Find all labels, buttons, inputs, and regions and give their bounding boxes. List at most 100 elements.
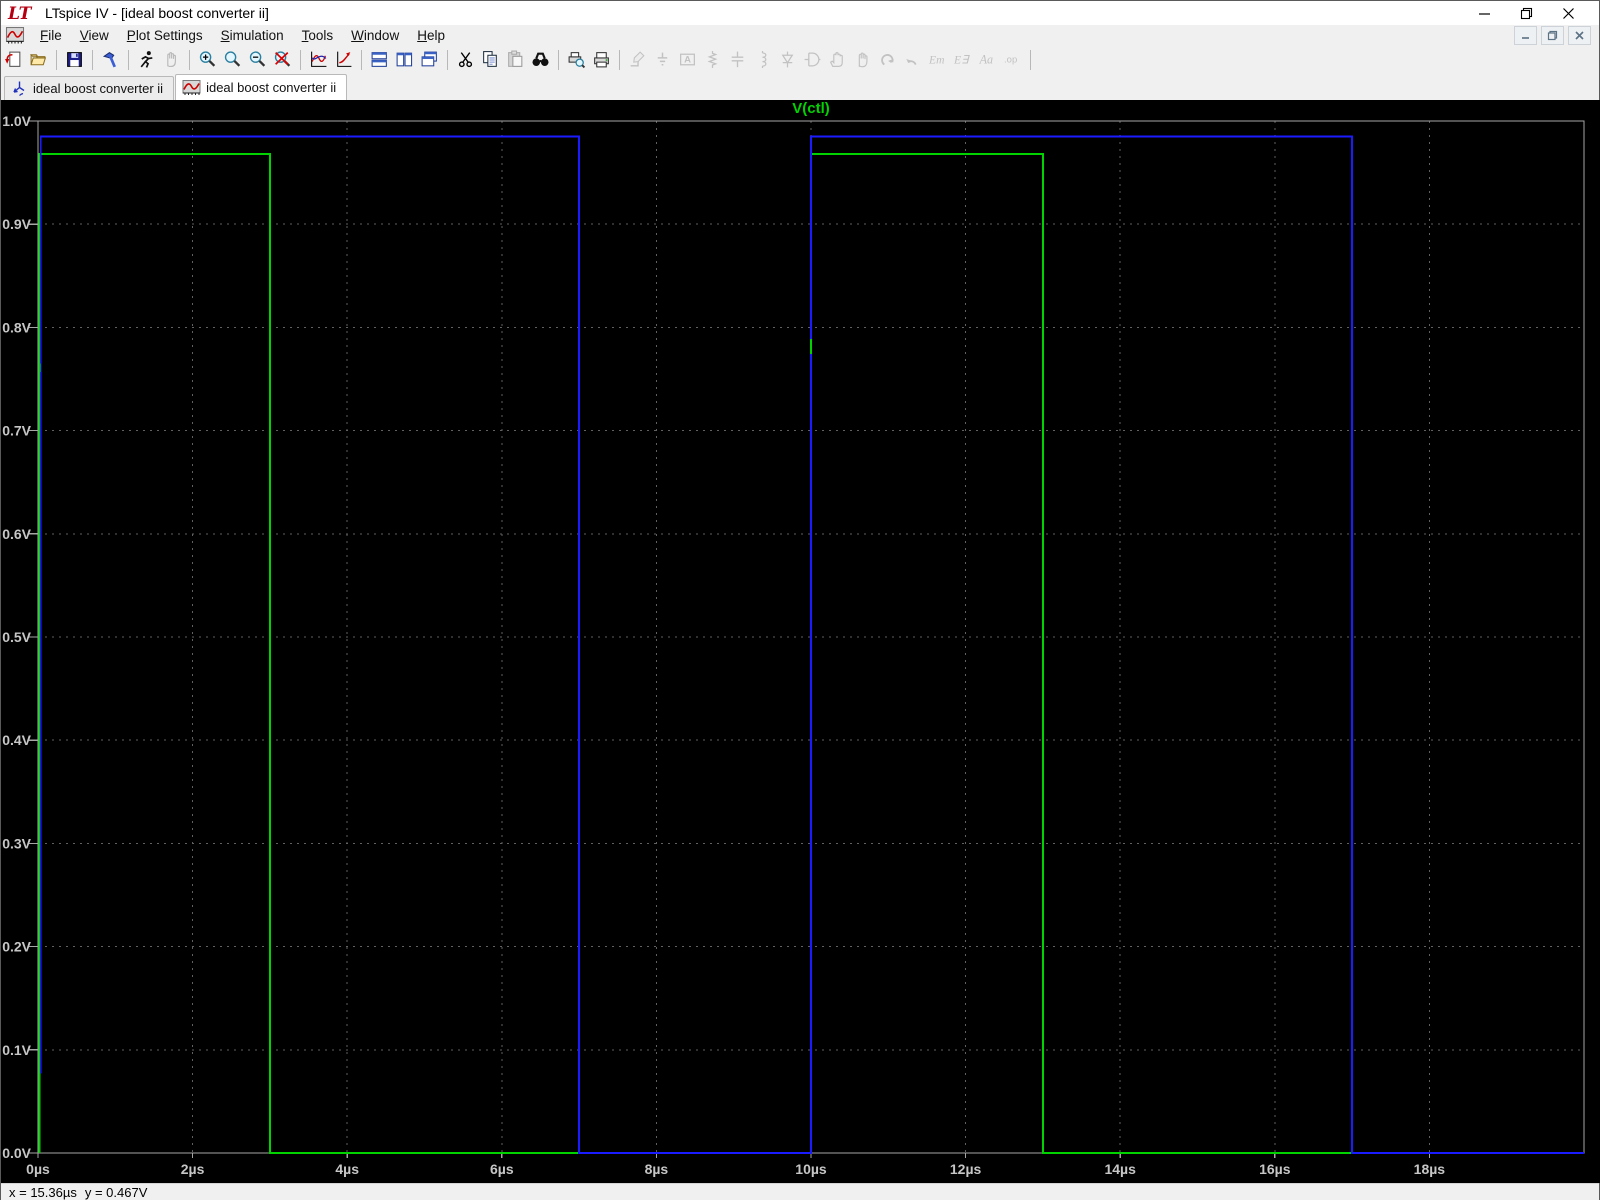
- x-axis-tick-label: 18µs: [1414, 1161, 1446, 1177]
- undo-button: [876, 48, 899, 71]
- ltspice-window: LT LTspice IV - [ideal boost converter i…: [0, 0, 1600, 1200]
- zoom-out-icon: [249, 51, 266, 67]
- open-button[interactable]: [27, 48, 50, 71]
- run-button[interactable]: [135, 48, 158, 71]
- zoom-area-button[interactable]: [196, 48, 219, 71]
- component-button: [801, 48, 824, 71]
- drag-button: [851, 48, 874, 71]
- toolbar: A Em E∃ Aa .op: [1, 46, 1599, 74]
- diode-icon: [781, 51, 794, 68]
- doc-new-icon: [5, 51, 21, 67]
- waveform-plot-pane[interactable]: V(ctl) 0.0V 0.1V 0.2V 0.3V 0.4V 0.5V 0.6V 0.7V 0.…: [1, 100, 1600, 1183]
- autorange-y-button[interactable]: [307, 48, 330, 71]
- mdi-restore-button[interactable]: [1541, 26, 1564, 45]
- trace-blue: [39, 135, 1584, 1154]
- folder-open-icon: [29, 54, 47, 66]
- draw-wire-button: [626, 48, 649, 71]
- tab-1[interactable]: ideal boost converter ii: [4, 76, 175, 100]
- print-button[interactable]: [590, 48, 613, 71]
- undo-icon: [881, 54, 894, 66]
- tile-vertical-button[interactable]: [393, 48, 416, 71]
- menu-window[interactable]: Window: [342, 26, 408, 45]
- save-button[interactable]: [63, 48, 86, 71]
- cascade-icon: [421, 51, 437, 67]
- cursor-y-readout: y = 0.467V: [84, 1185, 148, 1200]
- paste-button: [504, 48, 527, 71]
- menu-help[interactable]: Help: [408, 26, 454, 45]
- printer-icon: [594, 52, 609, 68]
- x-axis-tick-label: 10µs: [795, 1161, 827, 1177]
- x-axis-tick-label: 8µs: [645, 1161, 669, 1177]
- zoom-back-button[interactable]: [221, 48, 244, 71]
- copy-button[interactable]: [479, 48, 502, 71]
- tile-vertical-icon: [396, 52, 413, 67]
- toolbar-separator: [128, 49, 129, 70]
- y-axis-tick-label: 0.4V: [2, 732, 31, 748]
- control-panel-button[interactable]: [99, 48, 122, 71]
- find-button[interactable]: [529, 48, 552, 71]
- menu-view[interactable]: View: [71, 26, 118, 45]
- y-axis-tick-label: 0.5V: [2, 629, 31, 645]
- plot-pane-button[interactable]: [332, 48, 355, 71]
- close-button[interactable]: [1551, 3, 1585, 23]
- menu-tools[interactable]: Tools: [293, 26, 343, 45]
- x-axis-tick-label: 0µs: [26, 1161, 50, 1177]
- new-schematic-button[interactable]: [2, 48, 25, 71]
- toolbar-separator: [447, 49, 448, 70]
- ltspice-logo-icon: LT: [7, 4, 33, 23]
- zoom-back-icon: [224, 51, 241, 67]
- print-preview-button[interactable]: [565, 48, 588, 71]
- diode-button: [776, 48, 799, 71]
- menu-plot-settings[interactable]: Plot Settings: [118, 26, 212, 45]
- menu-file[interactable]: File: [31, 26, 71, 45]
- toolbar-separator: [1030, 49, 1031, 70]
- waveform-canvas[interactable]: V(ctl) 0.0V 0.1V 0.2V 0.3V 0.4V 0.5V 0.6V 0.7V 0.…: [1, 100, 1600, 1183]
- x-axis-tick-label: 16µs: [1259, 1161, 1291, 1177]
- y-axis-tick-label: 0.6V: [2, 526, 31, 542]
- text-button: Aa: [976, 48, 999, 71]
- tile-horizontal-button[interactable]: [368, 48, 391, 71]
- y-axis-tick-label: 0.3V: [2, 835, 31, 851]
- svg-text:A: A: [684, 55, 691, 66]
- mdi-window-controls: [1514, 26, 1591, 45]
- x-axis-tick-label: 2µs: [181, 1161, 205, 1177]
- menu-bar: File View Plot Settings Simulation Tools Wind…: [1, 25, 1599, 47]
- status-bar: x = 15.36µs y = 0.467V: [1, 1183, 1599, 1200]
- capacitor-icon: [731, 51, 744, 68]
- resistor-button: [701, 48, 724, 71]
- mdi-close-button[interactable]: [1568, 26, 1591, 45]
- ground-button: [651, 48, 674, 71]
- drag-hand-icon: [858, 52, 868, 68]
- zoom-out-button[interactable]: [246, 48, 269, 71]
- x-axis-tick-label: 12µs: [950, 1161, 982, 1177]
- zoom-extents-icon: [274, 51, 291, 67]
- restore-button[interactable]: [1509, 3, 1543, 23]
- zoom-full-extents-button[interactable]: [271, 48, 294, 71]
- cut-button[interactable]: [454, 48, 477, 71]
- wire-pencil-icon: [630, 51, 645, 67]
- mirror-button: Em: [926, 48, 949, 71]
- toolbar-separator: [56, 49, 57, 70]
- spice-directive-button: .op: [1001, 48, 1024, 71]
- minimize-button[interactable]: [1467, 3, 1501, 23]
- zoom-in-icon: [199, 51, 216, 67]
- ground-icon: [657, 52, 668, 66]
- svg-text:E∃: E∃: [953, 54, 970, 67]
- rotate-button: E∃: [951, 48, 974, 71]
- move-hand-icon: [829, 52, 843, 67]
- mdi-minimize-button[interactable]: [1514, 26, 1537, 45]
- floppy-icon: [67, 52, 82, 67]
- toolbar-separator: [558, 49, 559, 70]
- cascade-windows-button[interactable]: [418, 48, 441, 71]
- text-icon: Aa: [979, 53, 993, 67]
- binoculars-icon: [532, 52, 549, 66]
- y-axis-tick-label: 0.8V: [2, 319, 31, 335]
- schematic-tab-icon: [13, 81, 25, 96]
- tab-2-active[interactable]: ideal boost converter ii: [175, 74, 348, 100]
- x-axis-tick-label: 4µs: [335, 1161, 359, 1177]
- window-title: LTspice IV - [ideal boost converter ii]: [45, 5, 269, 21]
- menu-simulation[interactable]: Simulation: [212, 26, 293, 45]
- window-controls: [1467, 3, 1585, 23]
- move-button: [826, 48, 849, 71]
- y-axis-tick-label: 0.1V: [2, 1042, 31, 1058]
